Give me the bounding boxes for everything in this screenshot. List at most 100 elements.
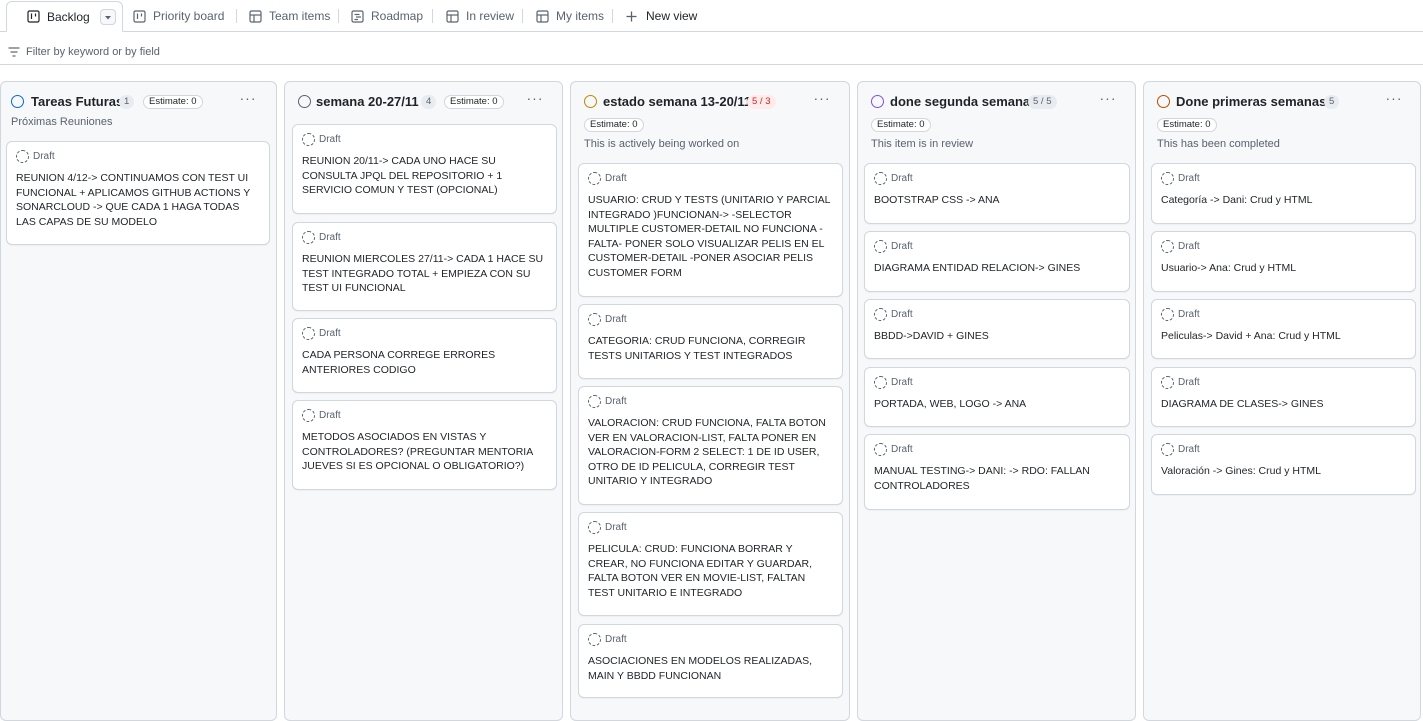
filter-input[interactable] [26,44,426,60]
draft-card[interactable]: Draft USUARIO: CRUD Y TESTS (UNITARIO Y … [578,163,843,297]
column-menu-button[interactable]: ··· [525,91,545,107]
draft-card[interactable]: Draft REUNION 20/11-> CADA UNO HACE SU C… [292,124,557,214]
column-description: Próximas Reuniones [11,116,113,128]
tab-divider [522,9,523,23]
tab-roadmap[interactable]: Roadmap [351,0,423,32]
card-title: CATEGORIA: CRUD FUNCIONA, CORREGIR TESTS… [588,335,806,362]
column-title: Tareas Futuras [31,94,124,109]
draft-card[interactable]: Draft PELICULA: CRUD: FUNCIONA BORRAR Y … [578,512,843,616]
item-count-badge: 1 [119,95,135,109]
column-menu-button[interactable]: ··· [1384,91,1404,107]
estimate-badge: Estimate: 0 [444,95,504,109]
draft-card[interactable]: Draft ASOCIACIONES EN MODELOS REALIZADAS… [578,624,843,698]
draft-card[interactable]: Draft BOOTSTRAP CSS -> ANA [864,163,1130,224]
draft-card[interactable]: Draft CADA PERSONA CORREGE ERRORES ANTER… [292,318,557,393]
draft-icon [302,133,315,146]
view-options-button[interactable] [99,8,116,25]
column-done-primeras-semanas: Done primeras semanas 5 ··· Estimate: 0 … [1143,81,1421,721]
column-menu-button[interactable]: ··· [812,91,832,107]
tab-divider [432,9,433,23]
draft-label: Draft [891,241,913,252]
draft-card[interactable]: Draft Usuario-> Ana: Crud y HTML [1151,231,1416,292]
card-title: DIAGRAMA DE CLASES-> GINES [1161,398,1324,410]
draft-icon [874,240,887,253]
card-title: MANUAL TESTING-> DANI: -> RDO: FALLAN CO… [874,465,1090,492]
column-menu-button[interactable]: ··· [238,91,258,107]
draft-label: Draft [891,444,913,455]
tab-my-items[interactable]: My items [536,0,604,32]
card-title: ASOCIACIONES EN MODELOS REALIZADAS, MAIN… [588,655,813,682]
item-count-badge: 5 [1324,95,1340,109]
tab-divider [338,9,339,23]
column-estado-semana-13-20: estado semana 13-20/11 5 / 3 ··· Estimat… [570,81,850,721]
draft-label: Draft [319,410,341,421]
draft-card[interactable]: Draft BBDD->DAVID + GINES [864,299,1130,359]
tab-in-review[interactable]: In review [446,0,514,32]
table-icon [249,9,262,23]
card-title: Categoría -> Dani: Crud y HTML [1161,194,1313,206]
draft-card[interactable]: Draft PORTADA, WEB, LOGO -> ANA [864,367,1130,427]
draft-label: Draft [605,173,627,184]
roadmap-icon [351,9,364,23]
status-circle-icon [11,95,24,108]
draft-card[interactable]: Draft REUNION 4/12-> CONTINUAMOS CON TES… [6,141,270,245]
card-title: REUNION 20/11-> CADA UNO HACE SU CONSULT… [302,155,503,196]
draft-card[interactable]: Draft Peliculas-> David + Ana: Crud y HT… [1151,299,1416,359]
tab-backlog[interactable]: Backlog [6,1,123,32]
filter-icon [8,46,20,57]
draft-card[interactable]: Draft Categoría -> Dani: Crud y HTML [1151,163,1416,224]
board: Tareas Futuras 1 Estimate: 0 ··· Próxima… [0,80,1423,721]
tab-priority-board[interactable]: Priority board [133,0,224,32]
card-title: USUARIO: CRUD Y TESTS (UNITARIO Y PARCIA… [588,194,831,279]
draft-card[interactable]: Draft METODOS ASOCIADOS EN VISTAS Y CONT… [292,400,557,490]
draft-card[interactable]: Draft CATEGORIA: CRUD FUNCIONA, CORREGIR… [578,304,843,379]
draft-label: Draft [319,232,341,243]
draft-icon [588,313,601,326]
draft-label: Draft [1178,377,1200,388]
draft-icon [874,376,887,389]
tab-team-items[interactable]: Team items [249,0,330,32]
draft-label: Draft [1178,309,1200,320]
draft-icon [874,172,887,185]
new-view-label: New view [646,9,698,23]
card-title: REUNION 4/12-> CONTINUAMOS CON TEST UI F… [16,172,251,228]
draft-card[interactable]: Draft DIAGRAMA DE CLASES-> GINES [1151,367,1416,427]
tab-label: Priority board [153,9,225,23]
draft-card[interactable]: Draft VALORACION: CRUD FUNCIONA, FALTA B… [578,386,843,505]
new-view-button[interactable]: New view [625,0,697,32]
draft-card[interactable]: Draft Valoración -> Gines: Crud y HTML [1151,434,1416,495]
item-count-badge: 5 / 5 [1028,95,1057,109]
column-header: Done primeras semanas 5 ··· [1144,82,1420,122]
draft-card[interactable]: Draft MANUAL TESTING-> DANI: -> RDO: FAL… [864,434,1130,510]
draft-icon [1161,240,1174,253]
card-title: METODOS ASOCIADOS EN VISTAS Y CONTROLADO… [302,431,533,472]
tab-label: My items [556,9,604,23]
draft-card[interactable]: Draft DIAGRAMA ENTIDAD RELACION-> GINES [864,231,1130,292]
column-description: This item is in review [871,138,974,150]
draft-icon [1161,308,1174,321]
tab-label: Roadmap [371,9,424,23]
column-semana-20-27: semana 20-27/11 4 Estimate: 0 ··· Draft … [284,81,563,721]
draft-card[interactable]: Draft REUNION MIERCOLES 27/11-> CADA 1 H… [292,222,557,311]
card-title: CADA PERSONA CORREGE ERRORES ANTERIORES … [302,349,496,376]
column-description: This is actively being worked on [584,138,740,150]
card-title: DIAGRAMA ENTIDAD RELACION-> GINES [874,262,1081,274]
column-menu-button[interactable]: ··· [1098,91,1118,107]
card-title: PORTADA, WEB, LOGO -> ANA [874,398,1027,410]
status-circle-icon [298,95,311,108]
column-tareas-futuras: Tareas Futuras 1 Estimate: 0 ··· Próxima… [0,81,277,721]
draft-label: Draft [891,377,913,388]
draft-label: Draft [605,634,627,645]
board-icon [27,10,40,23]
card-title: Usuario-> Ana: Crud y HTML [1161,262,1297,274]
card-title: REUNION MIERCOLES 27/11-> CADA 1 HACE SU… [302,253,544,294]
column-title: Done primeras semanas [1176,94,1327,109]
card-title: Valoración -> Gines: Crud y HTML [1161,465,1321,477]
tab-divider [236,9,237,23]
draft-icon [302,409,315,422]
estimate-badge: Estimate: 0 [871,118,931,132]
draft-icon [588,395,601,408]
column-description: This has been completed [1157,138,1280,150]
column-title: done segunda semana [890,94,1031,109]
tab-divider [612,9,613,23]
